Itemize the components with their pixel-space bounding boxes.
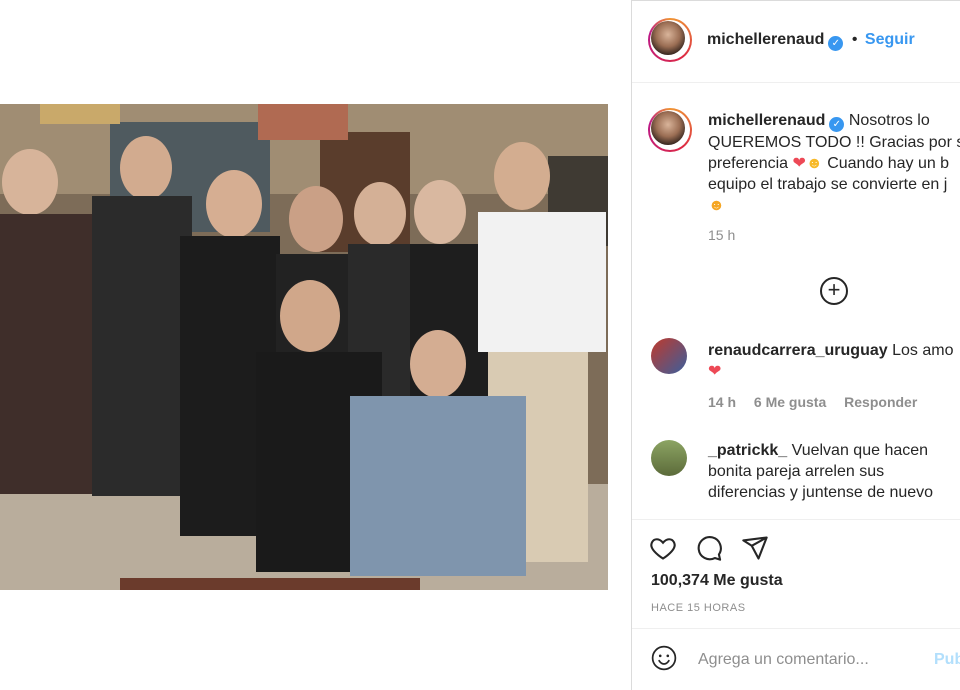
heart-emoji-icon: ❤ [792,155,806,172]
author-username[interactable]: michellerenaud [707,31,824,48]
comment-text-line-2: bonita pareja arrelen sus [708,463,885,480]
comment-time[interactable]: 14 h [708,394,736,410]
commenter-avatar[interactable] [651,338,687,374]
comment-item: _patrickk_ Vuelvan que hacen bonita pare… [708,440,960,503]
post-age[interactable]: HACE 15 HORAS [651,602,746,614]
commenter-avatar[interactable] [651,440,687,476]
caption-line-1: Nosotros lo [848,112,930,129]
header-author: michellerenaud ✓ • Seguir [707,31,915,51]
comment-likes[interactable]: 6 Me gusta [754,394,826,410]
publish-button[interactable]: Publ [934,651,960,669]
header-separator: • [851,31,858,48]
verified-badge-icon: ✓ [828,36,844,51]
caption-username[interactable]: michellerenaud [708,112,825,129]
details-pane: michellerenaud ✓ • Seguir michellerenaud ✓… [632,0,960,690]
author-avatar[interactable] [648,18,692,62]
heart-emoji-icon: ❤ [708,363,722,380]
caption-avatar[interactable] [648,108,692,152]
verified-badge-icon: ✓ [829,117,845,132]
actions-divider [632,519,960,520]
comment-input[interactable] [696,648,920,672]
smile-emoji-icon: ☻ [805,155,823,172]
post-image[interactable] [0,104,608,590]
emoji-icon[interactable] [651,645,677,671]
caption-avatar-image [651,111,685,145]
media-pane [0,0,632,690]
comment-icon[interactable] [695,534,723,562]
comment-text: Los amo [892,342,954,359]
comment-composer: Publ [632,628,960,690]
caption-line-3a: preferencia [708,155,789,172]
caption-time[interactable]: 15 h [708,225,960,246]
comment-username[interactable]: _patrickk_ [708,442,787,459]
share-icon[interactable] [741,534,769,562]
follow-button[interactable]: Seguir [865,31,915,48]
comment-text-line-1: Vuelvan que hacen [791,442,929,459]
comment-item: renaudcarrera_uruguay Los amo ❤ 14 h 6 M… [708,340,960,413]
likes-count[interactable]: 100,374 Me gusta [651,572,783,590]
heart-eyes-emoji-icon: ☻ [708,197,725,214]
post-image-illustration [0,104,608,590]
comment-text-line-3: diferencias y juntense de nuevo [708,484,934,501]
author-avatar-image [651,21,685,55]
reply-button[interactable]: Responder [844,394,917,410]
caption-line-2: QUEREMOS TODO !! Gracias por s [708,134,960,151]
caption-line-4: equipo el trabajo se convierte en j [708,176,948,193]
heart-icon[interactable] [649,534,677,562]
post-caption: michellerenaud ✓ Nosotros lo QUEREMOS TOD… [708,110,960,246]
add-comment-icon[interactable]: + [820,277,848,305]
comment-meta: 14 h 6 Me gusta Responder [708,392,960,413]
comment-username[interactable]: renaudcarrera_uruguay [708,342,888,359]
post-header: michellerenaud ✓ • Seguir [632,0,960,83]
caption-line-3b: Cuando hay un b [827,155,950,172]
